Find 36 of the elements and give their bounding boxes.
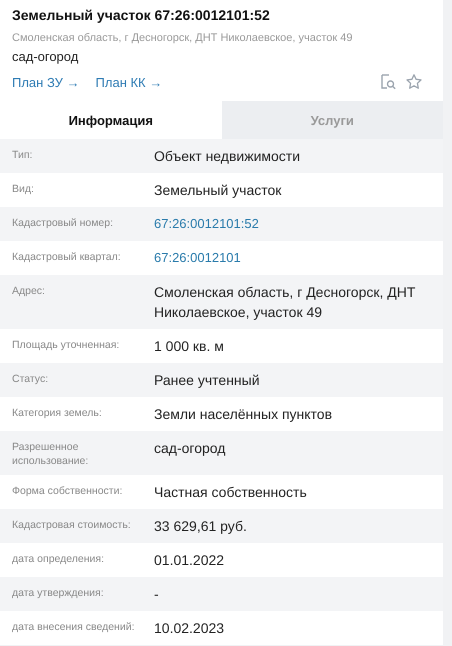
cadastral-link[interactable]: 67:26:0012101 <box>154 248 241 268</box>
field-label: Статус: <box>12 372 50 386</box>
field-label: дата утверждения: <box>12 586 105 600</box>
field-value: Земельный участок <box>154 181 282 200</box>
field-label: Площадь уточненная: <box>12 338 120 352</box>
field-label: Разрешенное использование: <box>12 440 90 468</box>
plan-link[interactable]: План ЗУ → <box>12 74 80 90</box>
field-label: дата внесения сведений: <box>12 620 136 634</box>
tab[interactable]: Услуги <box>222 101 443 139</box>
field-value: Смоленская область, г Десногорск, ДНТ Николаевское, участок 49 <box>154 283 416 322</box>
property-address: Смоленская область, г Десногорск, ДНТ Николаевское, участок 49 <box>12 31 354 46</box>
plan-link[interactable]: План КК → <box>96 74 162 90</box>
field-label: Кадастровый квартал: <box>12 250 122 264</box>
field-value: Частная собственность <box>154 483 307 502</box>
field-label: Кадастровая стоимость: <box>12 518 132 532</box>
field-value: - <box>154 585 159 604</box>
field-label: Тип: <box>12 148 34 162</box>
field-value: 1 000 кв. м <box>154 337 224 356</box>
field-value: Ранее учтенный <box>154 371 260 390</box>
star-icon[interactable] <box>405 73 423 91</box>
document-search-icon[interactable] <box>379 73 397 91</box>
field-label: Вид: <box>12 182 35 196</box>
field-value: сад-огород <box>154 439 226 458</box>
field-label: Категория земель: <box>12 406 103 420</box>
field-value: Земли населённых пунктов <box>154 405 332 424</box>
field-label: Адрес: <box>12 284 46 298</box>
field-label: Форма собственности: <box>12 484 124 498</box>
property-usage: сад-огород <box>12 48 80 66</box>
cadastral-link[interactable]: 67:26:0012101:52 <box>154 214 259 234</box>
property-title: Земельный участок 67:26:0012101:52 <box>12 6 271 25</box>
field-value: 33 629,61 руб. <box>154 517 247 536</box>
field-value: 10.02.2023 <box>154 619 224 638</box>
field-label: дата определения: <box>12 552 106 566</box>
field-value: 01.01.2022 <box>154 551 224 570</box>
field-label: Кадастровый номер: <box>12 216 114 230</box>
field-value: Объект недвижимости <box>154 147 300 166</box>
